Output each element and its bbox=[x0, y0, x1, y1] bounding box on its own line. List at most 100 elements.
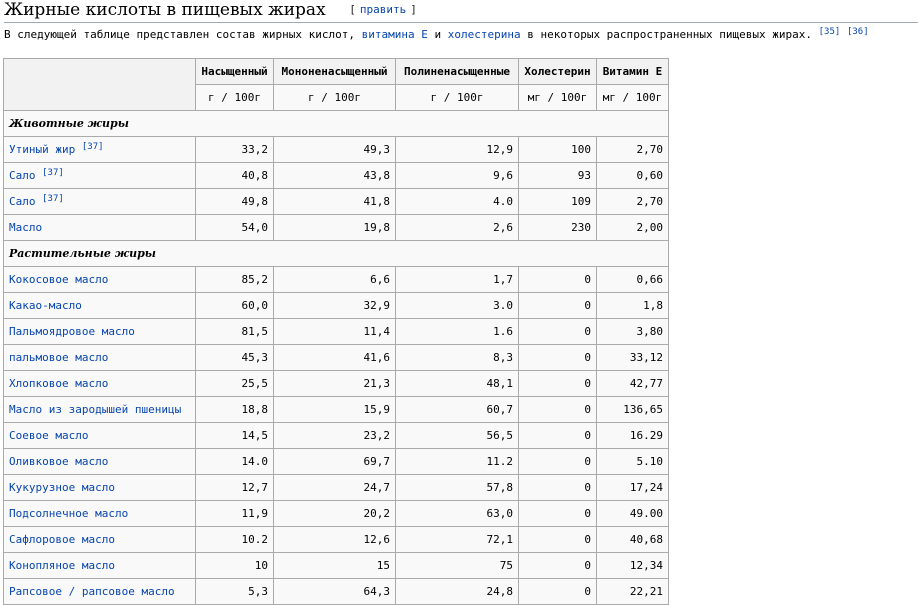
item-link[interactable]: Хлопковое масло bbox=[9, 377, 108, 390]
value-cell: 0 bbox=[518, 552, 597, 579]
value-cell: 49,3 bbox=[273, 136, 396, 163]
row-name-cell: Оливковое масло bbox=[3, 448, 196, 475]
table-row: Соевое масло 14,5 23,2 56,5 0 16.29 bbox=[3, 422, 669, 449]
item-link[interactable]: Какао-масло bbox=[9, 299, 82, 312]
row-name-cell: Подсолнечное масло bbox=[3, 500, 196, 527]
value-cell: 136,65 bbox=[596, 396, 669, 423]
page-title: Жирные кислоты в пищевых жирах bbox=[4, 0, 326, 20]
row-reference: [37] bbox=[82, 142, 104, 152]
value-cell: 17,24 bbox=[596, 474, 669, 501]
value-cell: 1,8 bbox=[596, 292, 669, 319]
unit-vitamin-e: мг / 100г bbox=[596, 84, 669, 111]
row-name-cell: Рапсовое / рапсовое масло bbox=[3, 578, 196, 605]
unit-monounsaturated: г / 100г bbox=[273, 84, 396, 111]
item-link[interactable]: Масло из зародышей пшеницы bbox=[9, 403, 181, 416]
value-cell: 72,1 bbox=[395, 526, 519, 553]
value-cell: 12,6 bbox=[273, 526, 396, 553]
item-link[interactable]: Сало bbox=[9, 195, 36, 208]
value-cell: 11,4 bbox=[273, 318, 396, 345]
value-cell: 32,9 bbox=[273, 292, 396, 319]
value-cell: 10 bbox=[195, 552, 274, 579]
value-cell: 24,8 bbox=[395, 578, 519, 605]
value-cell: 40,68 bbox=[596, 526, 669, 553]
row-name-cell: Масло из зародышей пшеницы bbox=[3, 396, 196, 423]
item-link[interactable]: Пальмоядровое масло bbox=[9, 325, 135, 338]
item-link[interactable]: Масло bbox=[9, 221, 42, 234]
value-cell: 5.10 bbox=[596, 448, 669, 475]
item-link[interactable]: Соевое масло bbox=[9, 429, 88, 442]
item-link[interactable]: Конопляное масло bbox=[9, 559, 115, 572]
item-link[interactable]: Сало bbox=[9, 169, 36, 182]
table-row: Сафлоровое масло 10.2 12,6 72,1 0 40,68 bbox=[3, 526, 669, 553]
table-row: Сало [37] 40,8 43,8 9,6 93 0,60 bbox=[3, 162, 669, 189]
value-cell: 24,7 bbox=[273, 474, 396, 501]
value-cell: 12,9 bbox=[395, 136, 519, 163]
item-link[interactable]: пальмовое масло bbox=[9, 351, 108, 364]
value-cell: 12,34 bbox=[596, 552, 669, 579]
value-cell: 0,66 bbox=[596, 266, 669, 293]
value-cell: 22,21 bbox=[596, 578, 669, 605]
value-cell: 15 bbox=[273, 552, 396, 579]
value-cell: 109 bbox=[518, 188, 597, 215]
section-title: Животные жиры bbox=[3, 110, 669, 137]
row-name-cell: Масло bbox=[3, 214, 196, 241]
edit-section: [править] bbox=[349, 3, 417, 16]
section-heading: Жирные кислоты в пищевых жирах [править] bbox=[4, 0, 918, 23]
value-cell: 6,6 bbox=[273, 266, 396, 293]
value-cell: 0 bbox=[518, 500, 597, 527]
value-cell: 0,60 bbox=[596, 162, 669, 189]
row-name-cell: Конопляное масло bbox=[3, 552, 196, 579]
item-link[interactable]: Сафлоровое масло bbox=[9, 533, 115, 546]
row-reference: [37] bbox=[42, 168, 64, 178]
unit-saturated: г / 100г bbox=[195, 84, 274, 111]
value-cell: 16.29 bbox=[596, 422, 669, 449]
value-cell: 40,8 bbox=[195, 162, 274, 189]
value-cell: 12,7 bbox=[195, 474, 274, 501]
value-cell: 1,7 bbox=[395, 266, 519, 293]
row-reference-link[interactable]: [37] bbox=[82, 142, 104, 152]
row-reference-link[interactable]: [37] bbox=[42, 168, 64, 178]
item-link[interactable]: Оливковое масло bbox=[9, 455, 108, 468]
value-cell: 2,70 bbox=[596, 136, 669, 163]
reference-36-link[interactable]: [36] bbox=[847, 27, 869, 37]
value-cell: 85,2 bbox=[195, 266, 274, 293]
header-row: Насыщенный Мононенасыщенный Полиненасыще… bbox=[3, 58, 669, 111]
value-cell: 49.00 bbox=[596, 500, 669, 527]
item-link[interactable]: Подсолнечное масло bbox=[9, 507, 128, 520]
value-cell: 8,3 bbox=[395, 344, 519, 371]
cholesterol-link[interactable]: холестерина bbox=[448, 28, 521, 41]
table-row: Оливковое масло 14.0 69,7 11.2 0 5.10 bbox=[3, 448, 669, 475]
row-reference-link[interactable]: [37] bbox=[42, 194, 64, 204]
table-row: Кокосовое масло 85,2 6,6 1,7 0 0,66 bbox=[3, 266, 669, 293]
table-row: Рапсовое / рапсовое масло 5,3 64,3 24,8 0 22,… bbox=[3, 578, 669, 605]
vitamin-e-link[interactable]: витамина Е bbox=[362, 28, 428, 41]
reference-35-link[interactable]: [35] bbox=[819, 27, 841, 37]
header-vitamin-e: Витамин Е bbox=[596, 58, 669, 85]
section-row: Растительные жиры bbox=[3, 240, 669, 267]
item-link[interactable]: Утиный жир bbox=[9, 143, 75, 156]
value-cell: 60,7 bbox=[395, 396, 519, 423]
item-link[interactable]: Кокосовое масло bbox=[9, 273, 108, 286]
value-cell: 69,7 bbox=[273, 448, 396, 475]
value-cell: 33,2 bbox=[195, 136, 274, 163]
edit-link[interactable]: править bbox=[360, 3, 406, 16]
reference-35: [35] bbox=[819, 27, 841, 37]
intro-text-3: в некоторых распространенных пищевых жир… bbox=[520, 28, 812, 41]
unit-cholesterol: мг / 100г bbox=[518, 84, 597, 111]
item-link[interactable]: Кукурузное масло bbox=[9, 481, 115, 494]
value-cell: 2,00 bbox=[596, 214, 669, 241]
row-name-cell: Кукурузное масло bbox=[3, 474, 196, 501]
table-row: Масло 54,0 19,8 2,6 230 2,00 bbox=[3, 214, 669, 241]
table-row: Утиный жир [37] 33,2 49,3 12,9 100 2,70 bbox=[3, 136, 669, 163]
value-cell: 3,80 bbox=[596, 318, 669, 345]
value-cell: 64,3 bbox=[273, 578, 396, 605]
unit-polyunsaturated: г / 100г bbox=[395, 84, 519, 111]
item-link[interactable]: Рапсовое / рапсовое масло bbox=[9, 585, 175, 598]
value-cell: 1.6 bbox=[395, 318, 519, 345]
value-cell: 0 bbox=[518, 526, 597, 553]
value-cell: 33,12 bbox=[596, 344, 669, 371]
row-name-cell: Утиный жир [37] bbox=[3, 136, 196, 163]
value-cell: 11.2 bbox=[395, 448, 519, 475]
value-cell: 41,8 bbox=[273, 188, 396, 215]
table-row: Конопляное масло 10 15 75 0 12,34 bbox=[3, 552, 669, 579]
